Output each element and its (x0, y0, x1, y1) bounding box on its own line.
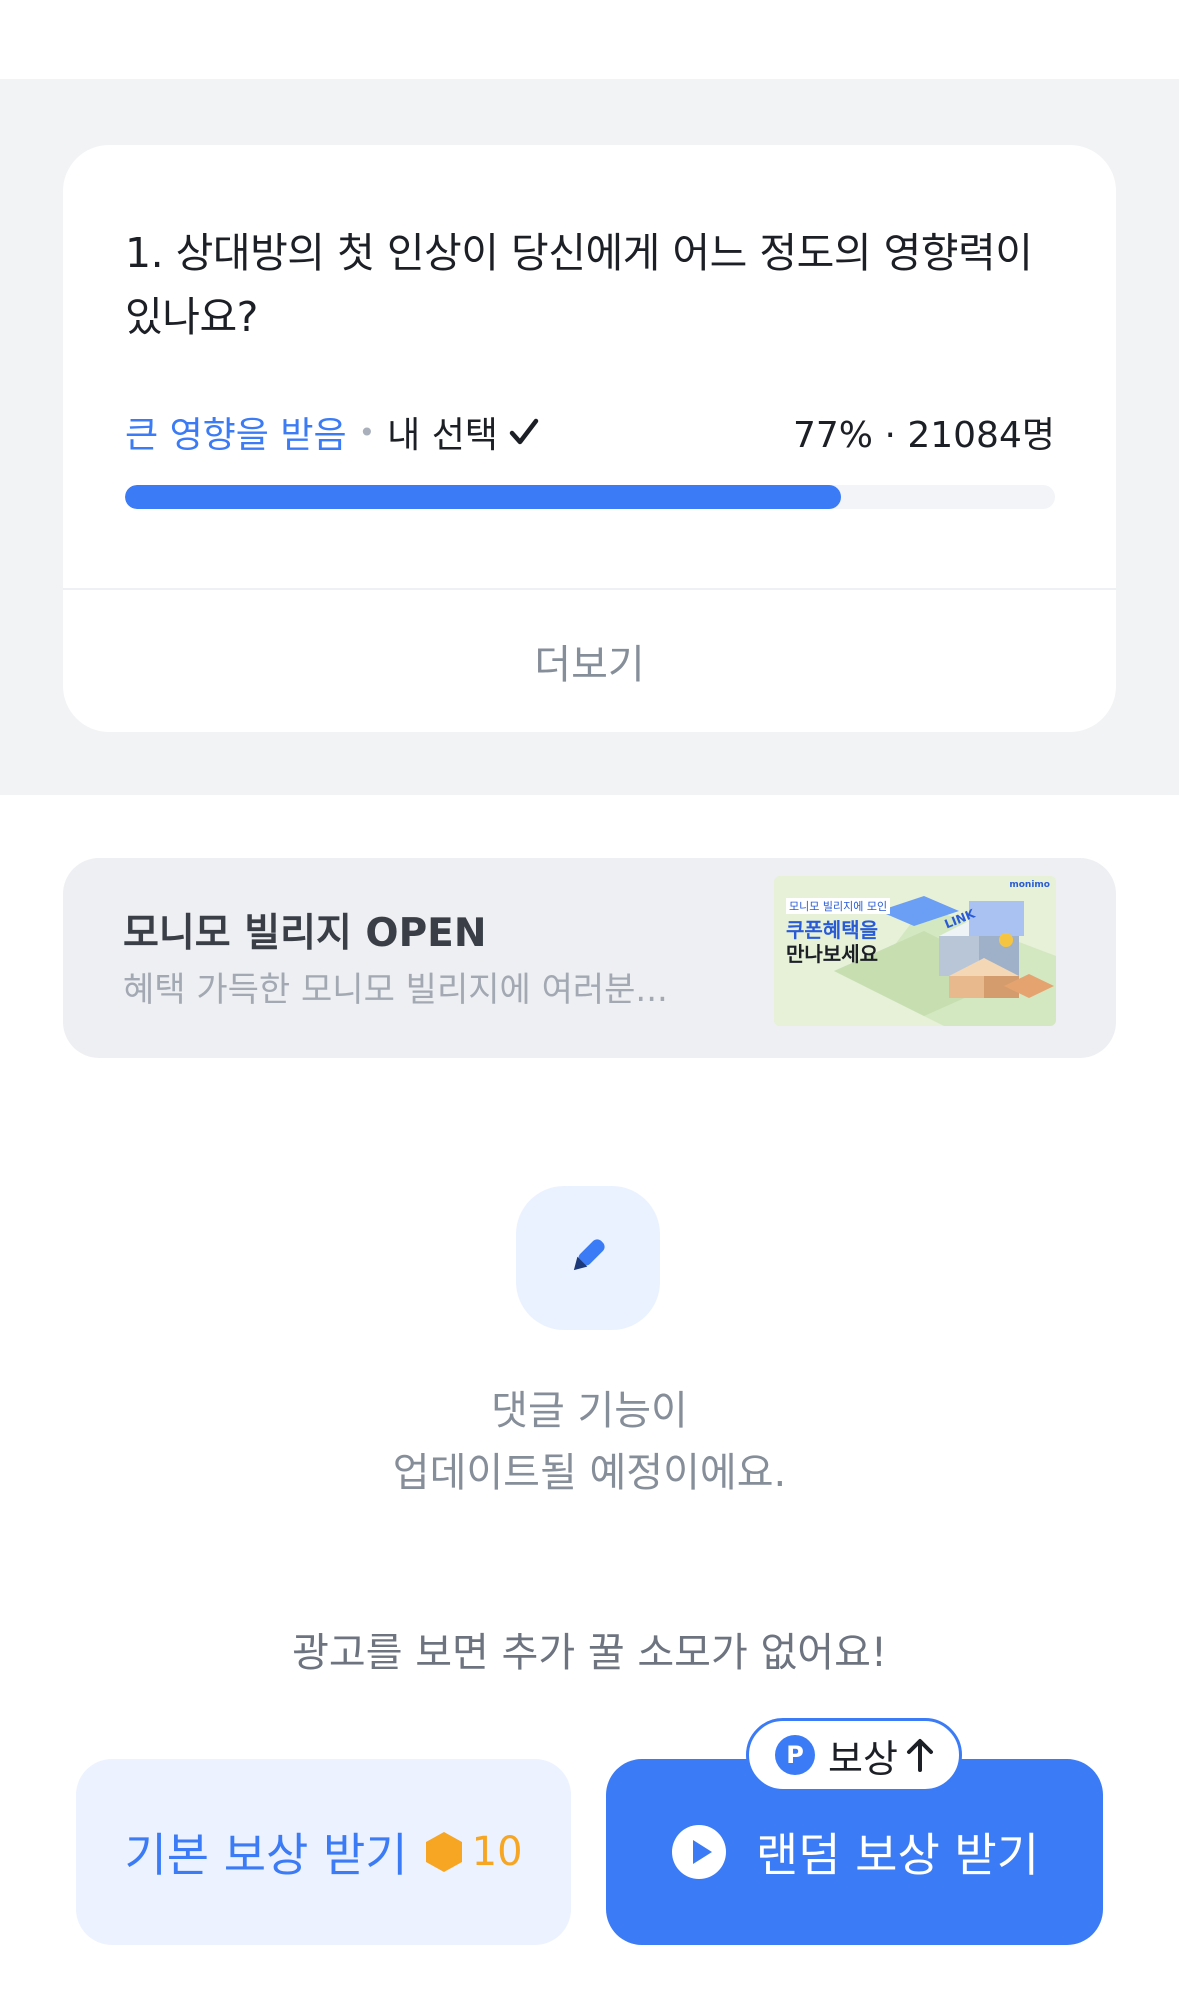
poll-option-row: 큰 영향을 받음 • 내 선택 77% · 21084명 (125, 407, 1055, 457)
poll-option: 큰 영향을 받음 • 내 선택 (125, 406, 540, 458)
thumb-line3: 만나보세요 (786, 942, 878, 966)
check-icon (508, 416, 540, 448)
top-bar (0, 0, 1179, 79)
arrow-up-icon (906, 1738, 934, 1772)
play-icon (670, 1823, 728, 1881)
promo-banner[interactable]: 모니모 빌리지 OPEN 혜택 가득한 모니모 빌리지에 여러분... moni… (63, 858, 1116, 1058)
progress-fill (125, 485, 842, 509)
poll-result-card: 1. 상대방의 첫 인상이 당신에게 어느 정도의 영향력이 있나요? 큰 영향… (63, 145, 1116, 732)
ad-notice: 광고를 보면 추가 꿀 소모가 없어요! (292, 1630, 887, 1676)
banner-thumbnail: monimo 모니모 빌리지에 모인 쿠폰혜택을 만나보세요 LINK (774, 876, 1056, 1026)
comment-placeholder-icon-bubble (516, 1186, 660, 1330)
pencil-icon (566, 1234, 610, 1282)
progress-bar (125, 485, 1055, 509)
thumb-line1: 모니모 빌리지에 모인 (786, 898, 891, 914)
option-label: 큰 영향을 받음 (125, 415, 347, 456)
basic-reward-button[interactable]: 기본 보상 받기 10 (76, 1759, 571, 1945)
basic-reward-cost: 10 (471, 1829, 523, 1875)
thumb-brand: monimo (1009, 880, 1050, 890)
honey-coin-icon (424, 1830, 464, 1874)
option-stat: 77% · 21084명 (793, 415, 1055, 456)
svg-text:P: P (786, 1741, 804, 1769)
reward-badge-label: 보상 (828, 1736, 898, 1781)
banner-subtitle: 혜택 가득한 모니모 빌리지에 여러분... (123, 970, 668, 1010)
comment-coming-soon: 댓글 기능이 업데이트될 예정이에요. (0, 1380, 1179, 1504)
poll-question: 1. 상대방의 첫 인상이 당신에게 어느 정도의 영향력이 있나요? (125, 229, 1033, 341)
basic-reward-label: 기본 보상 받기 (124, 1828, 408, 1882)
reward-up-badge: P 보상 (746, 1718, 962, 1792)
separator-dot: • (358, 415, 376, 449)
comment-msg-line2: 업데이트될 예정이에요. (392, 1450, 787, 1496)
random-reward-label: 랜덤 보상 받기 (755, 1828, 1040, 1882)
point-icon: P (774, 1734, 816, 1776)
my-choice-label: 내 선택 (387, 415, 498, 456)
banner-title: 모니모 빌리지 OPEN (123, 911, 487, 956)
comment-msg-line1: 댓글 기능이 (491, 1388, 688, 1434)
more-button[interactable]: 더보기 (63, 590, 1116, 732)
